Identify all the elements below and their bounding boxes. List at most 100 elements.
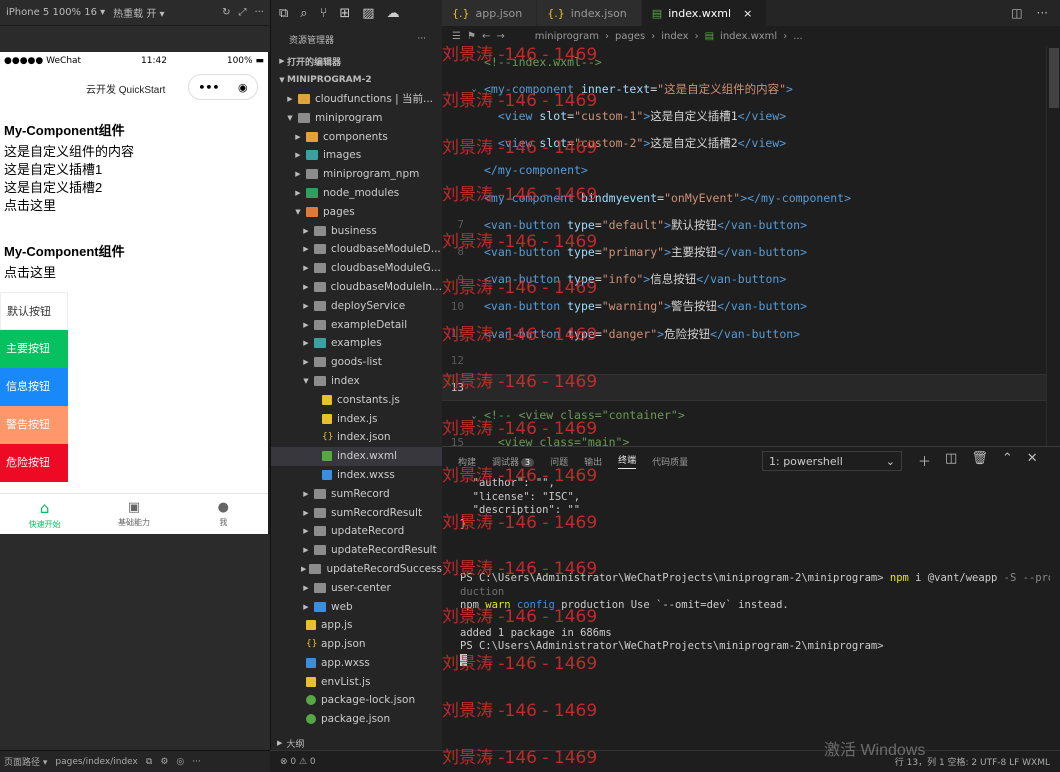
image-icon[interactable]: ▨ [362, 6, 374, 21]
warning-button[interactable]: 警告按钮 [0, 406, 68, 444]
tree-item[interactable]: {} index.json [271, 428, 442, 447]
tree-item[interactable]: ▶ updateRecord [271, 522, 442, 541]
tree-item[interactable]: ▶ components [271, 127, 442, 146]
code-line[interactable]: 11 <van-button type="danger">危险按钮</van-bu… [442, 320, 1046, 347]
trash-icon[interactable]: 🗑 [971, 451, 988, 470]
list-icon[interactable]: ☰ [452, 31, 461, 42]
tab-index-wxml[interactable]: ▤ index.wxml × [641, 0, 768, 26]
tree-item[interactable]: ▶ miniprogram_npm [271, 165, 442, 184]
tree-item[interactable]: ▼ miniprogram [271, 108, 442, 127]
code-line[interactable]: </my-component> [442, 157, 1046, 184]
tree-item[interactable]: constants.js [271, 390, 442, 409]
breadcrumb-item[interactable]: index [661, 31, 688, 42]
more-dots-icon[interactable]: ••• [198, 81, 219, 94]
breadcrumb-item[interactable]: index.wxml [720, 31, 777, 42]
panel-tab[interactable]: 构建 [458, 455, 476, 468]
tree-item[interactable]: ▶ images [271, 146, 442, 165]
terminal-select[interactable]: 1: powershell ⌄ [762, 451, 902, 471]
tree-item[interactable]: ▶ web [271, 597, 442, 616]
danger-button[interactable]: 危险按钮 [0, 444, 68, 482]
tree-item[interactable]: ▶ updateRecordResult [271, 541, 442, 560]
add-terminal-icon[interactable]: ＋ [918, 451, 931, 470]
close-icon[interactable]: ✕ [1027, 451, 1038, 470]
fold-chevron-icon[interactable]: ⌄ [464, 84, 484, 93]
hot-reload-toggle[interactable]: 热重载 开 ▾ [113, 5, 164, 20]
tree-item[interactable]: ▶ goods-list [271, 353, 442, 372]
default-button[interactable]: 默认按钮 [0, 292, 68, 330]
breadcrumb-item[interactable]: ... [793, 31, 803, 42]
tab-index-json[interactable]: {.} index.json [537, 0, 642, 26]
code-line[interactable]: 9 <van-button type="info">信息按钮</van-butto… [442, 266, 1046, 293]
code-line[interactable]: <view slot="custom-2">这是自定义插槽2</view> [442, 130, 1046, 157]
tree-item[interactable]: ▶ user-center [271, 578, 442, 597]
more-icon[interactable]: ··· [1037, 6, 1048, 20]
breadcrumb-item[interactable]: pages [615, 31, 645, 42]
code-line[interactable]: 15 <view class="main"> [442, 429, 1046, 446]
rotate-icon[interactable]: ⤢ [238, 7, 246, 18]
code-editor[interactable]: <!--index.wxml--> ⌄ <my-component inner-te… [442, 46, 1046, 446]
cloud-icon[interactable]: ☁ [387, 6, 400, 21]
tree-item[interactable]: index.js [271, 409, 442, 428]
code-line[interactable]: ⌄ <!-- <view class="container"> [442, 402, 1046, 429]
terminal-output[interactable]: "author": "", "license": "ISC", "descrip… [460, 477, 1050, 667]
files-icon[interactable]: ⧉ [279, 6, 288, 21]
code-line[interactable]: 7 <van-button type="default">默认按钮</van-bu… [442, 211, 1046, 238]
back-icon[interactable]: ← [482, 31, 490, 42]
tree-item[interactable]: app.js [271, 616, 442, 635]
tab-app-json[interactable]: {.} app.json [442, 0, 538, 26]
panel-tab[interactable]: 代码质量 [652, 455, 688, 468]
primary-button[interactable]: 主要按钮 [0, 330, 68, 368]
menu-capsule[interactable]: ••• ◉ [188, 74, 258, 100]
tab-me[interactable]: ● 我 [179, 494, 268, 534]
tree-item[interactable]: ▶ cloudbaseModuleG... [271, 259, 442, 278]
tree-item[interactable]: ▶ node_modules [271, 184, 442, 203]
problems-indicator[interactable]: ⊗ 0 ⚠ 0 [280, 757, 316, 767]
code-line[interactable]: ⌄ <my-component inner-text="这是自定义组件的内容"> [442, 75, 1046, 102]
click-here-link-2[interactable]: 点击这里 [4, 264, 264, 282]
device-select[interactable]: iPhone 5 100% 16 ▾ [6, 7, 105, 18]
tree-item[interactable]: ▶ cloudbaseModuleIn... [271, 278, 442, 297]
tree-item[interactable]: ▶ cloudbaseModuleD... [271, 240, 442, 259]
code-line[interactable]: 10 <van-button type="warning">警告按钮</van-b… [442, 293, 1046, 320]
panel-tab[interactable]: 问题 [550, 455, 568, 468]
tree-item[interactable]: ▶ cloudfunctions | 当前... [271, 90, 442, 109]
fold-chevron-icon[interactable]: ⌄ [464, 411, 484, 420]
tree-item[interactable]: envList.js [271, 672, 442, 691]
tree-item[interactable]: ▼ index [271, 372, 442, 391]
explorer-more-icon[interactable]: ··· [417, 34, 426, 44]
code-line[interactable]: <!--index.wxml--> [442, 48, 1046, 75]
panel-tab[interactable]: 终端 [618, 453, 637, 469]
tree-item[interactable]: index.wxss [271, 466, 442, 485]
code-line[interactable]: 13 [442, 374, 1046, 402]
bookmark-icon[interactable]: ⚑ [467, 31, 476, 42]
tab-quick-start[interactable]: ⌂ 快速开始 [0, 494, 89, 534]
tree-item[interactable]: app.wxss [271, 654, 442, 673]
breadcrumb-item[interactable]: miniprogram [535, 31, 599, 42]
split-terminal-icon[interactable]: ◫ [945, 451, 957, 470]
maximize-icon[interactable]: ⌃ [1002, 451, 1013, 470]
outline-section[interactable]: ▶ 大纲 [271, 736, 443, 750]
search-icon[interactable]: ⌕ [300, 6, 307, 21]
code-line[interactable]: 12 [442, 347, 1046, 374]
tree-item[interactable]: ▶ business [271, 221, 442, 240]
code-line[interactable]: <my-component bindmyevent="onMyEvent"></… [442, 184, 1046, 211]
eye-icon[interactable]: ◎ [176, 757, 184, 767]
project-section[interactable]: ▼ MINIPROGRAM-2 [271, 71, 442, 90]
tree-item[interactable]: ▶ updateRecordSuccess [271, 560, 442, 579]
info-button[interactable]: 信息按钮 [0, 368, 68, 406]
source-control-icon[interactable]: ⑂ [320, 6, 328, 21]
code-line[interactable]: <view slot="custom-1">这是自定义插槽1</view> [442, 102, 1046, 129]
refresh-icon[interactable]: ↻ [222, 7, 230, 18]
tab-basic-abilities[interactable]: ▣ 基础能力 [89, 494, 178, 534]
tree-item[interactable]: ▶ deployService [271, 296, 442, 315]
panel-tab[interactable]: 输出 [584, 455, 602, 468]
tree-item[interactable]: package-lock.json [271, 691, 442, 710]
copy-icon[interactable]: ⧉ [146, 757, 152, 767]
panel-tab[interactable]: 调试器 3 [492, 455, 535, 468]
close-icon[interactable]: × [743, 7, 752, 20]
tree-item[interactable]: ▶ exampleDetail [271, 315, 442, 334]
tree-item[interactable]: index.wxml [271, 446, 442, 466]
more-icon[interactable]: ··· [192, 757, 201, 767]
tree-item[interactable]: {} app.json [271, 635, 442, 654]
split-editor-icon[interactable]: ◫ [1011, 6, 1022, 20]
